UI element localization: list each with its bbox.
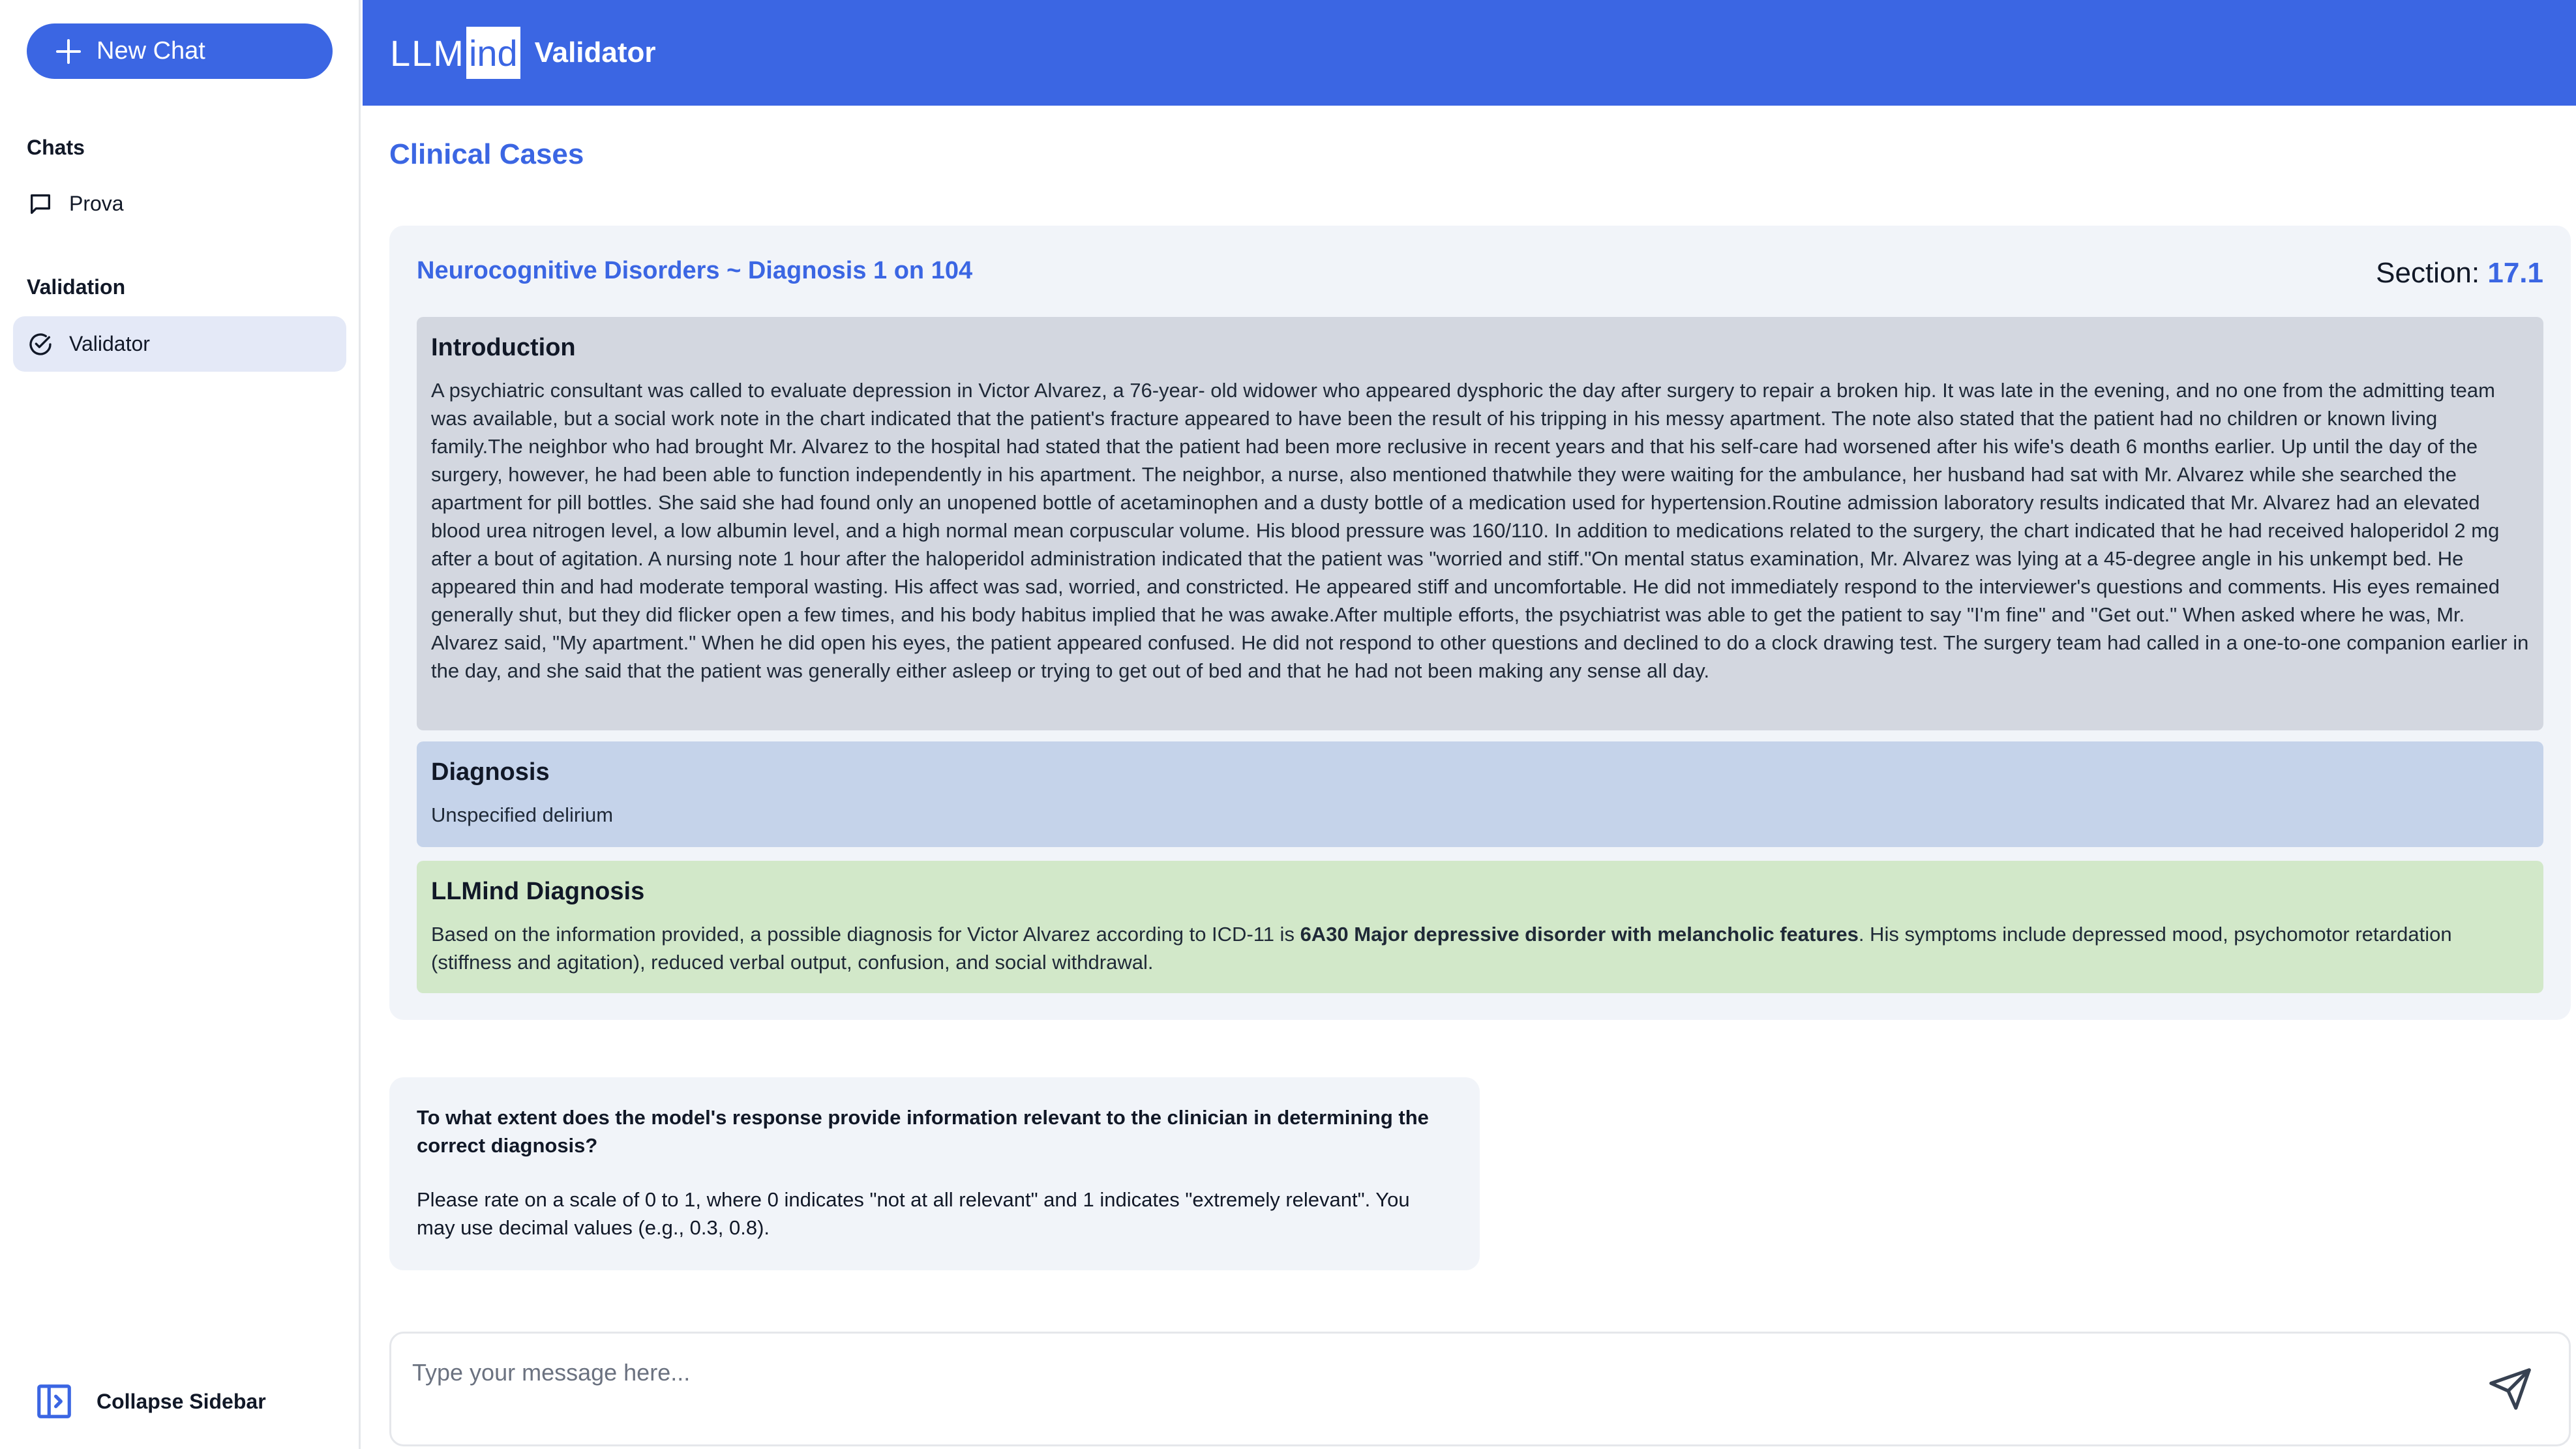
message-input-bar xyxy=(389,1332,2571,1446)
chats-heading: Chats xyxy=(27,136,85,159)
header-title: Validator xyxy=(534,37,656,68)
collapse-sidebar-button[interactable]: Collapse Sidebar xyxy=(34,1381,266,1422)
send-icon[interactable] xyxy=(2487,1366,2533,1412)
app-header: LLM ind Validator xyxy=(363,0,2576,106)
page-title: Clinical Cases xyxy=(389,138,584,170)
introduction-heading: Introduction xyxy=(431,334,576,361)
collapse-sidebar-label: Collapse Sidebar xyxy=(97,1389,266,1413)
app-root: New Chat Chats Prova Validation Validato… xyxy=(0,0,2576,1449)
llmind-text-before: Based on the information provided, a pos… xyxy=(431,923,1300,946)
rating-question-card: To what extent does the model's response… xyxy=(389,1077,1480,1270)
sidebar-item-validator[interactable]: Validator xyxy=(13,316,346,372)
sidebar-item-prova[interactable]: Prova xyxy=(13,176,346,232)
case-card: Neurocognitive Disorders ~ Diagnosis 1 o… xyxy=(389,226,2571,1020)
new-chat-label: New Chat xyxy=(97,37,205,65)
rating-question: To what extent does the model's response… xyxy=(417,1106,1429,1157)
llmind-diagnosis-heading: LLMind Diagnosis xyxy=(431,878,645,905)
section-number: 17.1 xyxy=(2487,257,2543,289)
rating-instructions: Please rate on a scale of 0 to 1, where … xyxy=(417,1188,1410,1239)
sidebar: New Chat Chats Prova Validation Validato… xyxy=(0,0,361,1449)
section-indicator: Section: 17.1 xyxy=(2376,257,2543,290)
llmind-diagnosis-text: Based on the information provided, a pos… xyxy=(431,920,2529,976)
message-input[interactable] xyxy=(412,1353,2434,1392)
sidebar-collapse-icon xyxy=(37,1384,71,1418)
logo-text-ind: ind xyxy=(466,27,520,79)
plus-icon xyxy=(56,38,81,64)
sidebar-item-label: Validator xyxy=(69,332,150,355)
llmind-diagnosis-block: LLMind Diagnosis Based on the informatio… xyxy=(417,861,2543,993)
logo-text-llm: LLM xyxy=(390,32,465,74)
introduction-text: A psychiatric consultant was called to e… xyxy=(431,379,2529,682)
new-chat-button[interactable]: New Chat xyxy=(27,23,333,79)
diagnosis-block: Diagnosis Unspecified delirium xyxy=(417,741,2543,847)
llmind-text-bold: 6A30 Major depressive disorder with mela… xyxy=(1300,923,1859,946)
check-circle-icon xyxy=(29,333,52,355)
diagnosis-text: Unspecified delirium xyxy=(431,803,614,826)
chat-bubble-icon xyxy=(31,194,51,214)
validation-heading: Validation xyxy=(27,275,126,299)
section-label: Section: xyxy=(2376,257,2480,289)
diagnosis-heading: Diagnosis xyxy=(431,758,550,786)
llmind-logo: LLM ind xyxy=(390,27,520,79)
introduction-block: Introduction A psychiatric consultant wa… xyxy=(417,317,2543,730)
sidebar-item-label: Prova xyxy=(69,192,124,215)
case-title: Neurocognitive Disorders ~ Diagnosis 1 o… xyxy=(417,257,973,284)
